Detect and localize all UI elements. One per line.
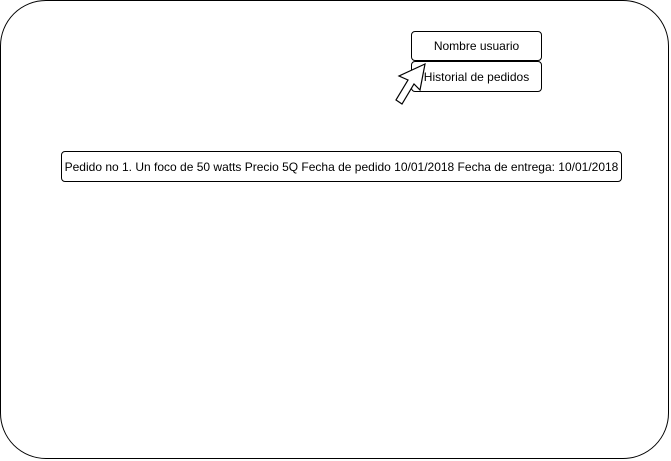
order-history-label: Historial de pedidos (423, 69, 530, 84)
order-history-button[interactable]: Historial de pedidos (411, 61, 542, 92)
order-list-item[interactable]: Pedido no 1. Un foco de 50 watts Precio … (61, 151, 622, 182)
arrow-cursor-icon (395, 62, 426, 105)
device-frame: Nombre usuario Historial de pedidos Pedi… (0, 0, 669, 459)
user-name-button[interactable]: Nombre usuario (411, 31, 542, 61)
order-item-text: Pedido no 1. Un foco de 50 watts Precio … (64, 159, 619, 174)
user-name-label: Nombre usuario (433, 39, 520, 53)
